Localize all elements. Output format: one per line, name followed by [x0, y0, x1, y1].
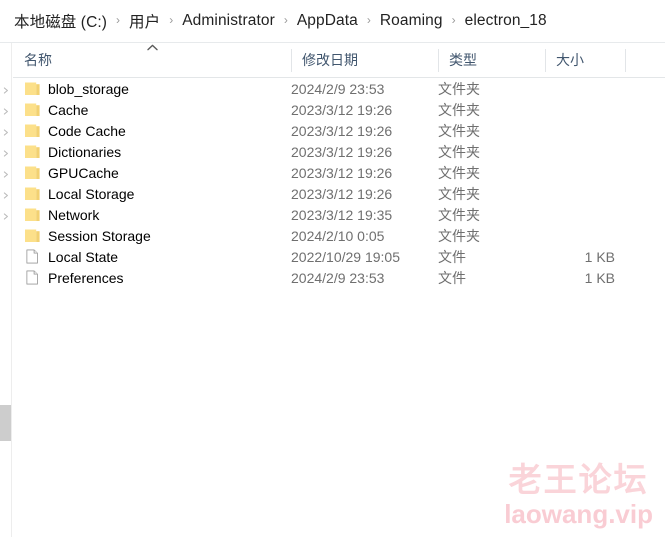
- file-date-modified-cell: 2023/3/12 19:26: [291, 101, 393, 118]
- file-name-cell[interactable]: Dictionaries: [13, 141, 121, 162]
- file-list-row[interactable]: Cache 2023/3/12 19:26 文件夹: [13, 99, 665, 120]
- column-header-type[interactable]: 类型: [438, 43, 545, 77]
- folder-icon: [24, 186, 41, 201]
- file-name-label: Local Storage: [48, 185, 135, 202]
- column-header-row[interactable]: 名称 修改日期 类型 大小: [13, 43, 665, 78]
- file-type-cell: 文件夹: [438, 206, 480, 223]
- scrollbar-thumb[interactable]: [0, 405, 11, 441]
- watermark-site-text: laowang.vip: [504, 499, 653, 529]
- breadcrumb-item-6[interactable]: electron_18: [465, 12, 547, 30]
- breadcrumb-item-3[interactable]: Administrator: [182, 12, 275, 30]
- breadcrumb-item-5[interactable]: Roaming: [380, 12, 443, 30]
- file-date-modified-cell: 2023/3/12 19:26: [291, 164, 393, 181]
- file-type-cell: 文件夹: [438, 101, 480, 118]
- breadcrumb-separator-icon: ›: [366, 13, 371, 27]
- navigation-pane-scrollbar[interactable]: [0, 43, 11, 537]
- folder-icon: [24, 165, 41, 180]
- file-size-cell: [513, 225, 615, 246]
- file-type-cell: 文件夹: [438, 227, 480, 244]
- breadcrumb-separator-icon: ›: [169, 13, 174, 27]
- file-list-row[interactable]: Dictionaries 2023/3/12 19:26 文件夹: [13, 141, 665, 162]
- file-name-cell[interactable]: Network: [13, 204, 99, 225]
- file-name-label: Local State: [48, 248, 119, 265]
- file-name-label: Preferences: [48, 269, 124, 286]
- breadcrumb-item-2[interactable]: 用户: [129, 10, 160, 32]
- file-name-cell[interactable]: GPUCache: [13, 162, 119, 183]
- chevron-up-icon: [147, 44, 158, 54]
- file-size-cell: [513, 162, 615, 183]
- file-date-modified-cell: 2023/3/12 19:26: [291, 143, 393, 160]
- file-size-cell: [513, 78, 615, 99]
- file-type-cell: 文件: [438, 269, 466, 286]
- breadcrumb-separator-icon: ›: [116, 13, 121, 27]
- file-size-cell: [513, 141, 615, 162]
- file-type-cell: 文件夹: [438, 164, 480, 181]
- file-icon: [24, 270, 41, 285]
- file-size-cell: [513, 99, 615, 120]
- file-date-modified-cell: 2023/3/12 19:26: [291, 122, 393, 139]
- file-name-cell[interactable]: Preferences: [13, 267, 123, 288]
- file-list-row[interactable]: Preferences 2024/2/9 23:53 文件 1 KB: [13, 267, 665, 288]
- file-list-row[interactable]: Session Storage 2024/2/10 0:05 文件夹: [13, 225, 665, 246]
- file-name-label: Cache: [48, 101, 89, 118]
- file-list-row[interactable]: GPUCache 2023/3/12 19:26 文件夹: [13, 162, 665, 183]
- file-name-cell[interactable]: Local Storage: [13, 183, 134, 204]
- file-name-cell[interactable]: Session Storage: [13, 225, 151, 246]
- file-size-cell: [513, 204, 615, 225]
- file-name-cell[interactable]: blob_storage: [13, 78, 129, 99]
- file-list-row[interactable]: Code Cache 2023/3/12 19:26 文件夹: [13, 120, 665, 141]
- file-type-cell: 文件夹: [438, 80, 480, 97]
- column-header-size-label: 大小: [556, 52, 584, 68]
- file-date-modified-cell: 2023/3/12 19:26: [291, 185, 393, 202]
- file-name-label: Network: [48, 206, 100, 223]
- breadcrumb-item-4[interactable]: AppData: [297, 12, 358, 30]
- file-name-label: Code Cache: [48, 122, 126, 139]
- file-name-cell[interactable]: Code Cache: [13, 120, 126, 141]
- file-list-row[interactable]: Local Storage 2023/3/12 19:26 文件夹: [13, 183, 665, 204]
- file-size-cell: [513, 120, 615, 141]
- file-icon: [24, 249, 41, 264]
- watermark: 老王论坛 laowang.vip: [504, 461, 653, 529]
- file-name-label: blob_storage: [48, 80, 129, 97]
- folder-icon: [24, 123, 41, 138]
- file-list-row[interactable]: Local State 2022/10/29 19:05 文件 1 KB: [13, 246, 665, 267]
- column-header-date-modified[interactable]: 修改日期: [291, 43, 438, 77]
- file-type-cell: 文件夹: [438, 185, 480, 202]
- file-list-row[interactable]: blob_storage 2024/2/9 23:53 文件夹: [13, 78, 665, 99]
- breadcrumb-separator-icon: ›: [283, 13, 288, 27]
- file-type-cell: 文件夹: [438, 143, 480, 160]
- column-header-type-label: 类型: [449, 52, 477, 68]
- breadcrumb-separator-icon: ›: [451, 13, 456, 27]
- file-type-cell: 文件夹: [438, 122, 480, 139]
- file-name-cell[interactable]: Cache: [13, 99, 88, 120]
- file-name-cell[interactable]: Local State: [13, 246, 118, 267]
- file-date-modified-cell: 2024/2/9 23:53: [291, 80, 385, 97]
- file-date-modified-cell: 2022/10/29 19:05: [291, 248, 400, 265]
- column-header-date-modified-label: 修改日期: [302, 52, 358, 68]
- folder-icon: [24, 207, 41, 222]
- column-header-size[interactable]: 大小: [545, 43, 625, 77]
- file-date-modified-cell: 2023/3/12 19:35: [291, 206, 393, 223]
- file-size-cell: 1 KB: [584, 269, 615, 286]
- breadcrumb-item-1[interactable]: 本地磁盘 (C:): [14, 10, 107, 32]
- folder-icon: [24, 144, 41, 159]
- watermark-chinese-text: 老王论坛: [508, 461, 649, 498]
- file-list-row[interactable]: Network 2023/3/12 19:35 文件夹: [13, 204, 665, 225]
- file-name-label: Session Storage: [48, 227, 151, 244]
- file-size-cell: [513, 183, 615, 204]
- file-date-modified-cell: 2024/2/9 23:53: [291, 269, 385, 286]
- folder-icon: [24, 102, 41, 117]
- file-name-label: GPUCache: [48, 164, 119, 181]
- folder-icon: [24, 81, 41, 96]
- file-name-label: Dictionaries: [48, 143, 122, 160]
- file-size-cell: 1 KB: [584, 248, 615, 265]
- folder-icon: [24, 228, 41, 243]
- file-date-modified-cell: 2024/2/10 0:05: [291, 227, 385, 244]
- breadcrumb[interactable]: 本地磁盘 (C:) › 用户 › Administrator › AppData › Roami…: [0, 0, 665, 43]
- column-divider[interactable]: [625, 49, 626, 72]
- file-type-cell: 文件: [438, 248, 466, 265]
- column-header-name-label: 名称: [24, 52, 52, 68]
